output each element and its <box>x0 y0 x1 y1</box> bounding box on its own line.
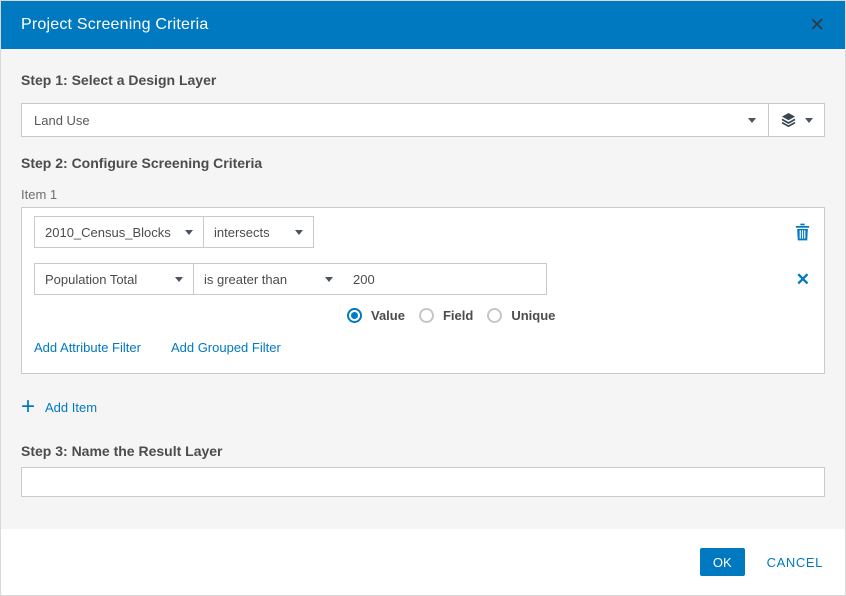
filter-value-input[interactable] <box>343 264 546 294</box>
dialog-title: Project Screening Criteria <box>21 16 209 33</box>
spatial-criteria-row: 2010_Census_Blocks intersects <box>34 216 812 248</box>
chevron-down-icon <box>295 229 303 235</box>
design-layer-value: Land Use <box>34 112 90 128</box>
layer-options-button[interactable] <box>769 103 825 137</box>
filter-field-select[interactable]: Population Total <box>35 264 193 294</box>
plus-icon: + <box>21 393 36 420</box>
add-item-label: Add Item <box>45 399 98 415</box>
design-layer-select[interactable]: Land Use <box>21 103 769 137</box>
spatial-criteria-group: 2010_Census_Blocks intersects <box>34 216 314 248</box>
radio-unique[interactable]: Unique <box>487 308 555 323</box>
ok-button[interactable]: OK <box>699 548 745 576</box>
radio-button-icon <box>347 308 362 323</box>
project-screening-criteria-dialog: Project Screening Criteria ✕ Step 1: Sel… <box>0 0 846 596</box>
chevron-down-icon <box>325 276 333 282</box>
filter-type-radio-group: Value Field Unique <box>347 308 812 323</box>
step1-label: Step 1: Select a Design Layer <box>21 72 217 88</box>
item-title: Item 1 <box>21 187 58 202</box>
filter-operator-select[interactable]: is greater than <box>193 264 343 294</box>
layers-icon <box>781 113 796 128</box>
radio-field[interactable]: Field <box>418 308 473 323</box>
filter-links-row: Add Attribute Filter Add Grouped Filter <box>34 340 812 355</box>
spatial-operator-value: intersects <box>214 224 270 240</box>
result-layer-name-input[interactable] <box>21 467 825 497</box>
filter-operator-value: is greater than <box>204 271 288 287</box>
remove-filter-button[interactable]: ✕ <box>794 269 812 290</box>
close-icon[interactable]: ✕ <box>807 14 827 37</box>
chevron-down-icon <box>748 117 756 123</box>
radio-value[interactable]: Value <box>347 308 405 323</box>
trash-icon <box>795 223 810 241</box>
chevron-down-icon <box>805 117 813 123</box>
criteria-layer-select[interactable]: 2010_Census_Blocks <box>35 217 203 247</box>
cancel-button[interactable]: CANCEL <box>767 555 823 570</box>
filter-field-value: Population Total <box>45 271 138 287</box>
design-layer-row: Land Use <box>21 103 825 137</box>
spatial-operator-select[interactable]: intersects <box>203 217 313 247</box>
radio-button-icon <box>487 308 503 323</box>
attribute-filter-row: Population Total is greater than ✕ <box>34 263 812 295</box>
chevron-down-icon <box>175 276 183 282</box>
criteria-layer-value: 2010_Census_Blocks <box>45 224 171 240</box>
delete-item-button[interactable] <box>793 221 812 243</box>
dialog-header: Project Screening Criteria ✕ <box>1 1 845 49</box>
step2-label: Step 2: Configure Screening Criteria <box>21 155 263 171</box>
dialog-body: Step 1: Select a Design Layer Land Use S… <box>1 49 845 529</box>
add-item-button[interactable]: + Add Item <box>21 393 98 420</box>
step3-label: Step 3: Name the Result Layer <box>21 443 223 459</box>
add-grouped-filter-link[interactable]: Add Grouped Filter <box>171 340 281 355</box>
attribute-filter-group: Population Total is greater than <box>34 263 547 295</box>
chevron-down-icon <box>185 229 193 235</box>
dialog-footer: OK CANCEL <box>1 529 845 595</box>
add-attribute-filter-link[interactable]: Add Attribute Filter <box>34 340 141 355</box>
criteria-item-panel: 2010_Census_Blocks intersects Population… <box>21 207 825 374</box>
radio-button-icon <box>418 308 434 323</box>
